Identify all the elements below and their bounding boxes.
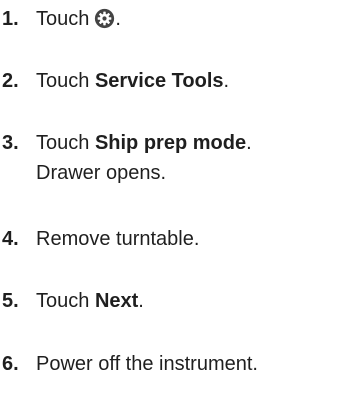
step-text: Touch . bbox=[36, 4, 356, 34]
step-text: Touch Service Tools. bbox=[36, 66, 356, 96]
step-number: 4. bbox=[2, 228, 19, 250]
step-text: Touch Ship prep mode. Drawer opens. bbox=[36, 128, 356, 188]
step-text: Power off the instrument. bbox=[36, 353, 258, 375]
step-suffix: . bbox=[246, 132, 252, 154]
step-text: Remove turntable. bbox=[36, 228, 200, 250]
step-bold-term: Service Tools bbox=[94, 70, 224, 92]
step-number: 3. bbox=[2, 132, 19, 154]
step-text: Touch Next. bbox=[36, 286, 356, 316]
step-prefix: Touch bbox=[36, 8, 90, 30]
step-prefix: Touch bbox=[36, 132, 95, 154]
step-number: 5. bbox=[2, 290, 19, 312]
step-number: 2. bbox=[2, 70, 19, 92]
gear-icon bbox=[94, 8, 115, 29]
step-prefix: Touch bbox=[36, 290, 95, 312]
step-bold-term: Next bbox=[94, 290, 139, 312]
step-number: 1. bbox=[2, 8, 19, 30]
step-line-1: Touch Ship prep mode. bbox=[36, 128, 356, 158]
step-line-2: Drawer opens. bbox=[36, 162, 167, 184]
step-bold-term: Ship prep mode bbox=[94, 132, 247, 154]
step-suffix: . bbox=[115, 8, 121, 30]
step-number: 6. bbox=[2, 353, 19, 375]
step-suffix: . bbox=[223, 70, 230, 92]
step-prefix: Touch bbox=[36, 70, 95, 92]
step-suffix: . bbox=[138, 290, 144, 312]
